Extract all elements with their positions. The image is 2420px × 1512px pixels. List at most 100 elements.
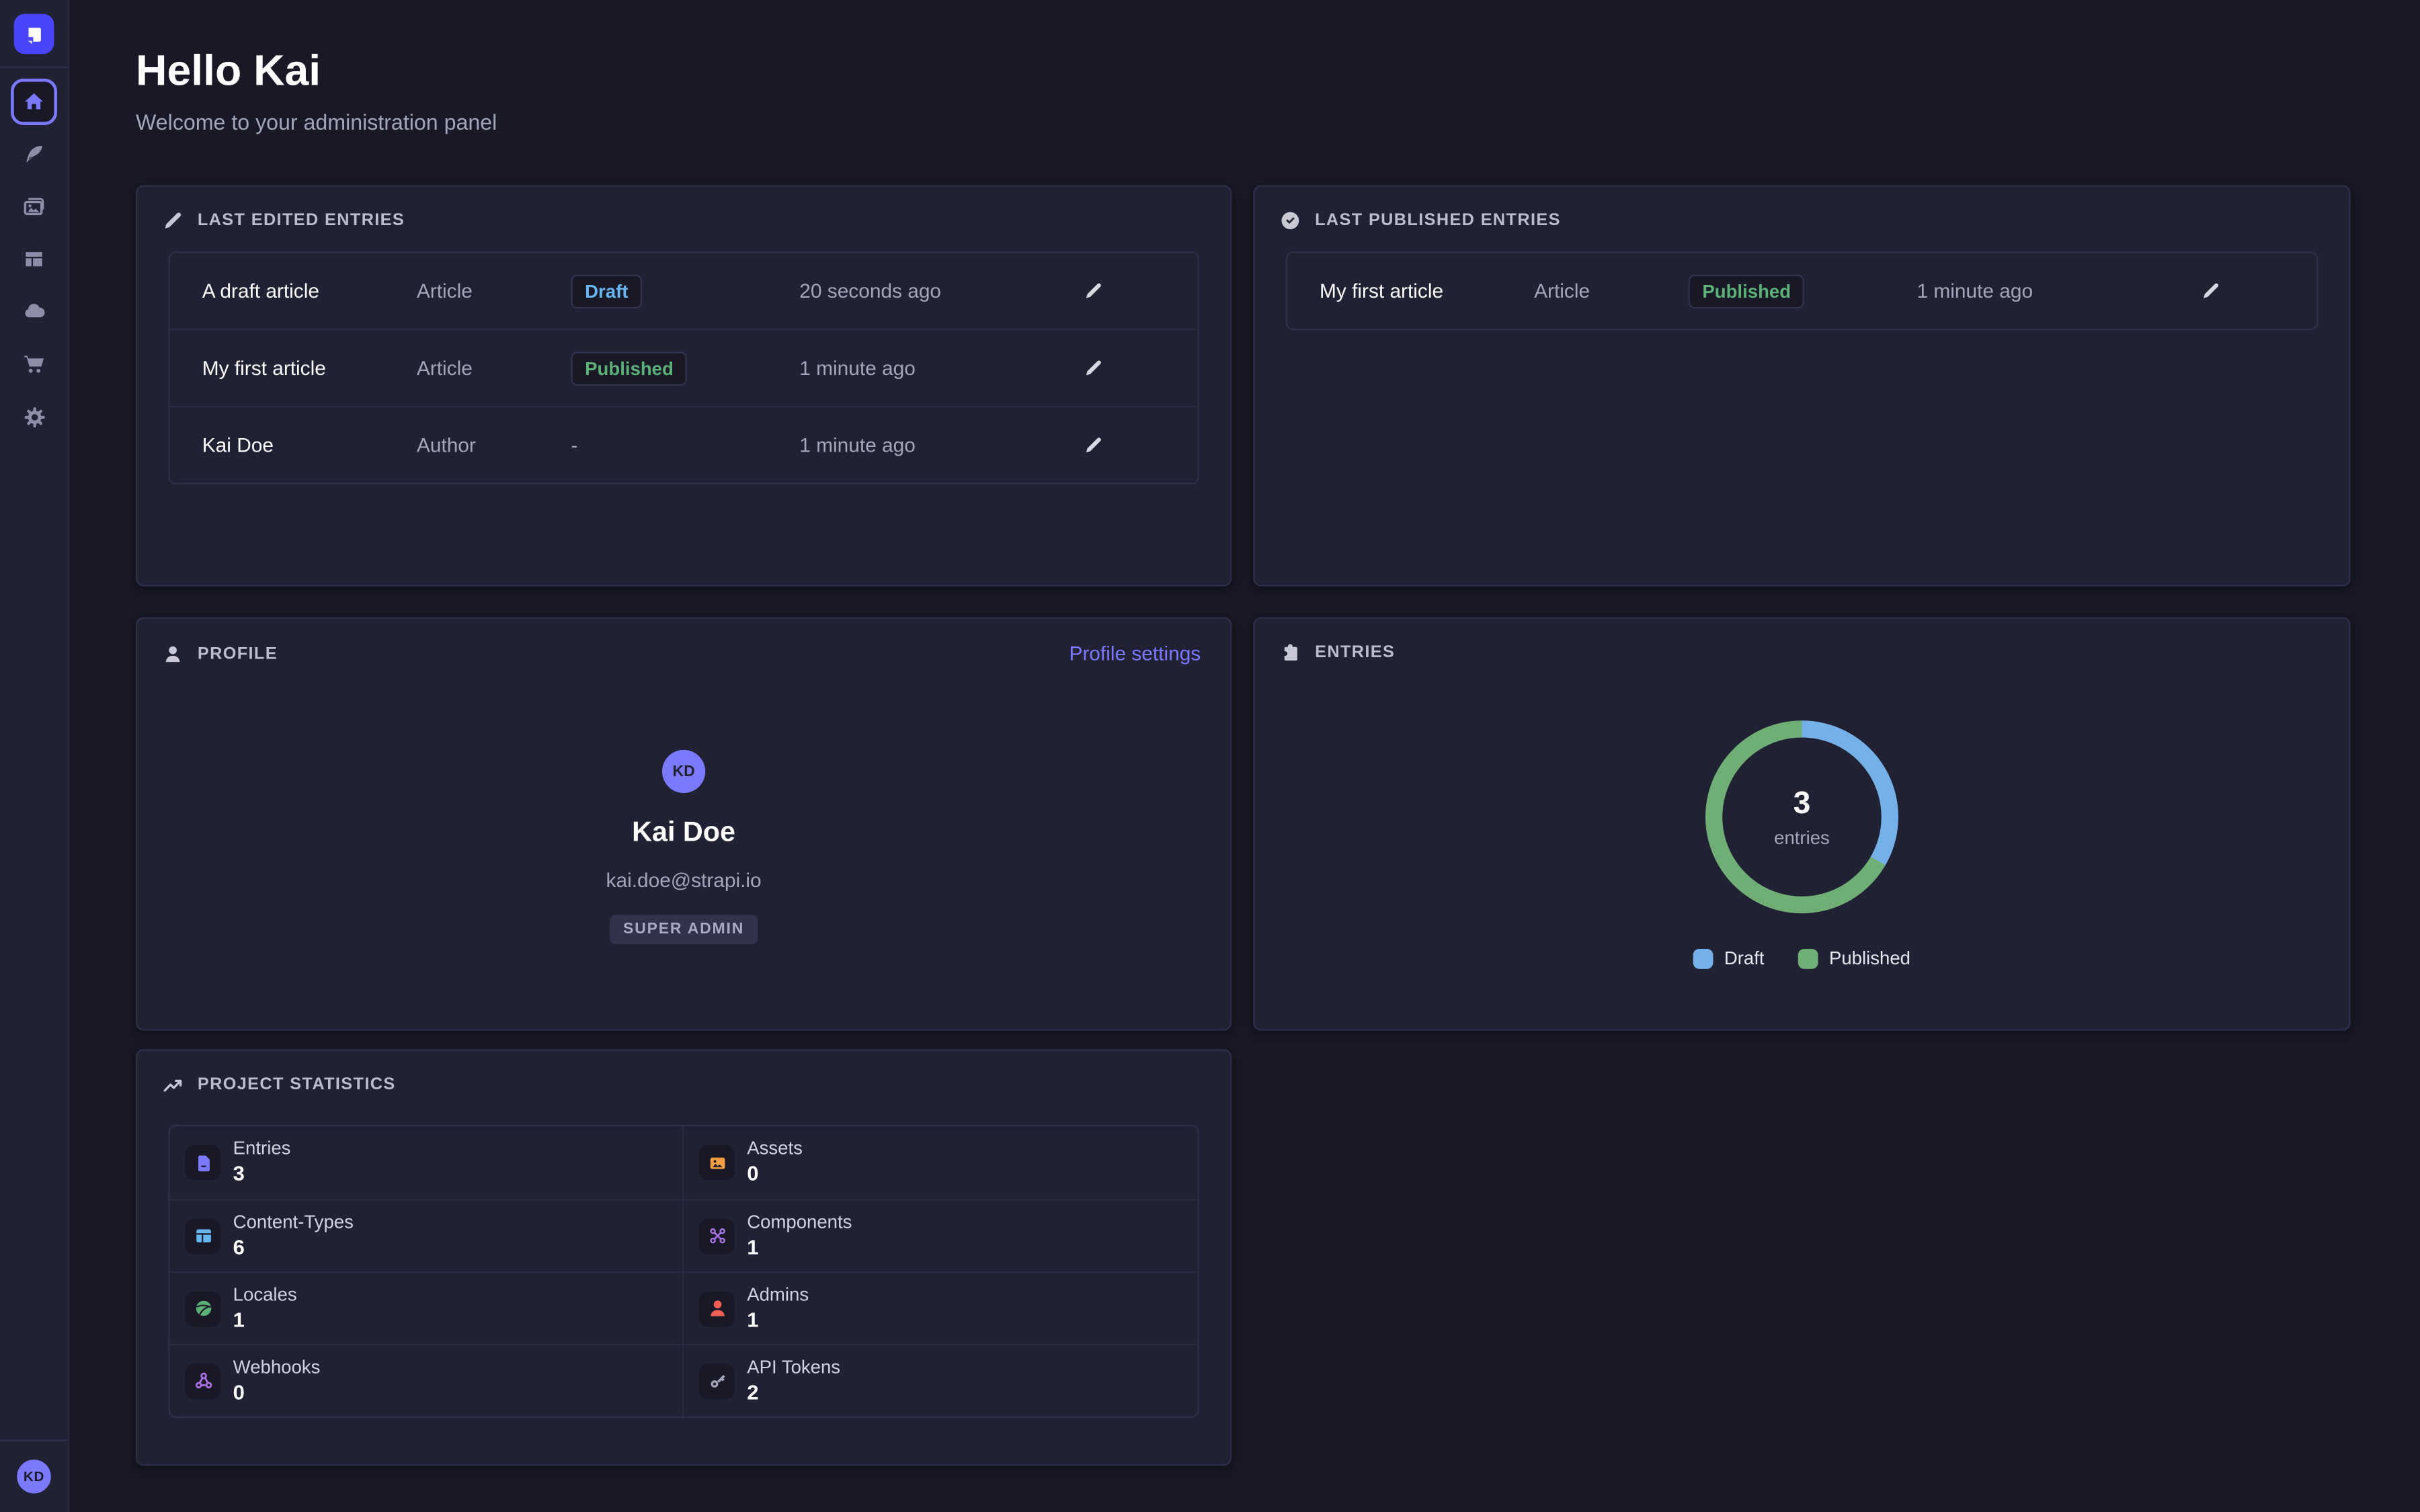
entry-status: Published <box>1689 274 1917 308</box>
sidebar-item-content-manager[interactable] <box>11 131 57 177</box>
entries-chart-card: ENTRIES 3 entries Draft <box>1253 617 2350 1030</box>
avatar[interactable]: KD <box>17 1460 51 1494</box>
stat-value: 0 <box>747 1162 803 1186</box>
person-icon <box>162 642 184 664</box>
sidebar-item-content-type-builder[interactable] <box>11 236 57 282</box>
image-icon <box>699 1145 735 1181</box>
page-title: Hello Kai <box>136 48 2420 95</box>
donut-label: entries <box>1774 826 1830 847</box>
profile-email: kai.doe@strapi.io <box>606 869 762 892</box>
feather-icon <box>22 142 46 167</box>
strapi-admin-app: KD Hello Kai Welcome to your administrat… <box>0 0 2420 1512</box>
profile-name: Kai Doe <box>632 816 735 849</box>
stat-value: 1 <box>747 1235 852 1259</box>
role-badge: SUPER ADMIN <box>609 915 758 944</box>
gear-icon <box>22 405 45 428</box>
stat-components: Components1 <box>684 1199 1198 1271</box>
entries-donut: 3 entries <box>1705 720 1898 913</box>
dashboard-grid: LAST EDITED ENTRIES A draft article Arti… <box>136 185 2351 1466</box>
entry-name: My first article <box>1287 280 1534 302</box>
legend-item-published[interactable]: Published <box>1798 948 1910 969</box>
last-edited-entries-card: LAST EDITED ENTRIES A draft article Arti… <box>136 185 1232 587</box>
sidebar-item-deploy[interactable] <box>11 288 57 335</box>
stat-locales: Locales1 <box>170 1271 684 1344</box>
main-content: Hello Kai Welcome to your administration… <box>68 0 2420 1512</box>
strapi-logo-button[interactable] <box>14 14 54 54</box>
stat-api-tokens: API Tokens2 <box>684 1344 1198 1417</box>
entries-table: A draft article Article Draft 20 seconds… <box>168 251 1199 485</box>
card-header: LAST EDITED ENTRIES <box>137 187 1230 245</box>
entry-time: 1 minute ago <box>799 433 1083 456</box>
card-header: PROJECT STATISTICS <box>137 1051 1230 1109</box>
status-badge: Published <box>1689 274 1805 308</box>
legend-item-draft[interactable]: Draft <box>1693 948 1765 969</box>
screen: KD Hello Kai Welcome to your administrat… <box>0 0 2420 1512</box>
profile-card: PROFILE Profile settings KD Kai Doe kai.… <box>136 617 1232 1030</box>
stat-entries: Entries3 <box>170 1126 684 1199</box>
sidebar: KD <box>0 0 69 1512</box>
stat-label: Assets <box>747 1139 803 1161</box>
page-header: Hello Kai Welcome to your administration… <box>68 0 2420 134</box>
project-statistics-card: PROJECT STATISTICS Entries3 Assets0 <box>136 1049 1232 1466</box>
entries-chart: 3 entries Draft Published <box>1255 677 2349 969</box>
sidebar-item-home[interactable] <box>11 79 57 125</box>
entry-time: 1 minute ago <box>799 356 1083 379</box>
entry-name: Kai Doe <box>170 433 417 456</box>
entry-status: Published <box>571 351 799 385</box>
stat-label: Components <box>747 1212 852 1234</box>
file-icon <box>186 1145 221 1181</box>
card-header: LAST PUBLISHED ENTRIES <box>1255 187 2349 245</box>
card-title: PROJECT STATISTICS <box>198 1075 396 1094</box>
page-subtitle: Welcome to your administration panel <box>136 110 2420 134</box>
draft-swatch <box>1693 948 1713 968</box>
sidebar-divider <box>0 67 68 68</box>
stat-admins: Admins1 <box>684 1271 1198 1344</box>
stat-assets: Assets0 <box>684 1126 1198 1199</box>
home-icon <box>22 89 46 114</box>
table-row: A draft article Article Draft 20 seconds… <box>170 253 1198 329</box>
stat-content-types: Content-Types6 <box>170 1199 684 1271</box>
legend-label: Published <box>1829 948 1910 969</box>
edit-entry-button[interactable] <box>2201 281 2221 301</box>
key-icon <box>699 1363 735 1398</box>
stat-webhooks: Webhooks0 <box>170 1344 684 1417</box>
cloud-icon <box>22 299 46 324</box>
card-header: ENTRIES <box>1255 619 2349 677</box>
stat-value: 3 <box>233 1162 291 1186</box>
profile-body: KD Kai Doe kai.doe@strapi.io SUPER ADMIN <box>137 679 1230 944</box>
entry-time: 20 seconds ago <box>799 280 1083 302</box>
card-title: PROFILE <box>198 644 278 663</box>
profile-settings-link[interactable]: Profile settings <box>1069 642 1201 665</box>
sidebar-item-media-library[interactable] <box>11 183 57 230</box>
stats-grid: Entries3 Assets0 Content-Types6 Com <box>168 1125 1199 1418</box>
entry-status: - <box>571 431 799 459</box>
edit-entry-button[interactable] <box>1084 281 1104 301</box>
stat-value: 1 <box>747 1308 809 1332</box>
trending-up-icon <box>162 1074 184 1095</box>
stat-value: 2 <box>747 1380 840 1404</box>
entries-table: My first article Article Published 1 min… <box>1286 251 2318 330</box>
edit-entry-button[interactable] <box>1084 358 1104 378</box>
stat-label: API Tokens <box>747 1357 840 1379</box>
stat-label: Admins <box>747 1285 809 1306</box>
table-row: My first article Article Published 1 min… <box>170 329 1198 406</box>
status-badge: Draft <box>571 274 642 308</box>
stat-label: Content-Types <box>233 1212 354 1234</box>
stat-value: 1 <box>233 1308 297 1332</box>
check-circle-icon <box>1279 210 1301 231</box>
donut-center: 3 entries <box>1722 737 1881 896</box>
left-column: LAST EDITED ENTRIES A draft article Arti… <box>136 185 1232 1466</box>
card-title: ENTRIES <box>1315 643 1395 662</box>
puzzle-icon <box>1279 642 1301 663</box>
globe-icon <box>186 1291 221 1327</box>
table-row: Kai Doe Author - 1 minute ago <box>170 406 1198 483</box>
stat-label: Entries <box>233 1139 291 1161</box>
table-row: My first article Article Published 1 min… <box>1287 253 2316 329</box>
sidebar-item-marketplace[interactable] <box>11 341 57 387</box>
card-title: LAST EDITED ENTRIES <box>198 212 405 230</box>
edit-entry-button[interactable] <box>1084 435 1104 455</box>
sidebar-item-settings[interactable] <box>11 393 57 439</box>
entry-status: Draft <box>571 274 799 308</box>
stat-value: 6 <box>233 1235 354 1259</box>
sidebar-bottom-divider <box>0 1439 68 1441</box>
